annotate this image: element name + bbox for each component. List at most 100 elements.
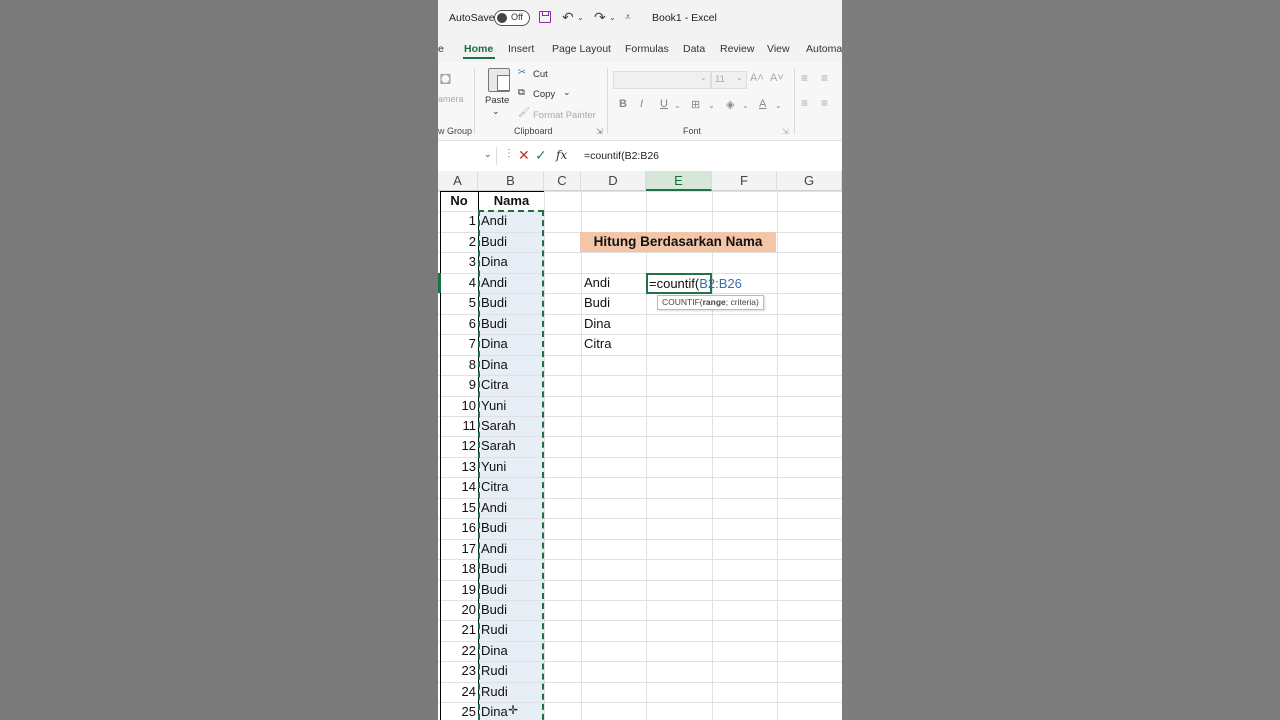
table-row-no[interactable]: 5 [440,293,476,313]
tab-insert[interactable]: Insert [508,43,534,55]
worksheet-grid[interactable]: ABCDEFG No Nama 1 Andi 2 Budi 3 Dina 4 Andi 5 Budi 6… [438,170,842,720]
table-row-no[interactable]: 10 [440,396,476,416]
column-header-c[interactable]: C [544,171,581,191]
copy-icon[interactable]: ⧉ [518,87,525,98]
column-header-f[interactable]: F [712,171,777,191]
table-row-no[interactable]: 23 [440,661,476,681]
enter-icon[interactable]: ✓ [535,147,547,164]
align-center-icon[interactable]: ≡ [821,96,828,110]
column-header-d[interactable]: D [581,171,646,191]
table-row-no[interactable]: 1 [440,211,476,231]
table-row-no[interactable]: 4 [440,273,476,293]
borders-icon[interactable]: ⊞ [691,98,700,111]
font-size-value: 11 [715,74,725,85]
function-tooltip[interactable]: COUNTIF(range; criteria) [657,295,764,310]
header-nama[interactable]: Nama [479,191,544,211]
align-top-icon[interactable]: ≡ [801,71,808,85]
italic-button[interactable]: I [640,98,643,110]
column-header-b[interactable]: B [478,171,544,191]
table-row-no[interactable]: 16 [440,518,476,538]
font-color-icon[interactable]: A [759,98,766,110]
table-row-no[interactable]: 22 [440,641,476,661]
table-row-no[interactable]: 7 [440,334,476,354]
table-row-no[interactable]: 8 [440,355,476,375]
summary-name-citra[interactable]: Citra [584,334,644,354]
format-painter-button[interactable]: Format Painter [533,110,596,121]
font-name-box[interactable] [613,71,711,89]
table-row-no[interactable]: 13 [440,457,476,477]
table-row-no[interactable]: 20 [440,600,476,620]
tab-home[interactable]: Home [464,43,493,55]
tab-page-layout[interactable]: Page Layout [552,43,611,55]
undo-icon[interactable]: ↶ [562,9,574,26]
tab-formulas[interactable]: Formulas [625,43,669,55]
name-box-dropdown-icon[interactable]: ⌄ [484,149,492,160]
table-row-no[interactable]: 17 [440,539,476,559]
tab-data[interactable]: Data [683,43,705,55]
fill-color-dropdown-icon[interactable]: ⌄ [742,101,749,110]
table-row-no[interactable]: 19 [440,580,476,600]
redo-dropdown-icon[interactable]: ⌄ [609,13,616,22]
more-options-icon[interactable]: ⋮ [504,148,514,159]
header-no[interactable]: No [440,191,478,211]
underline-dropdown-icon[interactable]: ⌄ [674,101,681,110]
undo-dropdown-icon[interactable]: ⌄ [577,13,584,22]
align-middle-icon[interactable]: ≡ [821,71,828,85]
paste-icon[interactable] [488,68,510,92]
customize-qat-icon[interactable]: ⩡ [625,12,631,23]
format-painter-icon[interactable]: 🖌 [518,107,530,118]
table-row-no[interactable]: 15 [440,498,476,518]
table-row-no[interactable]: 12 [440,436,476,456]
table-row-no[interactable]: 9 [440,375,476,395]
table-row-no[interactable]: 25 [440,702,476,720]
summary-title[interactable]: Hitung Berdasarkan Nama [580,232,776,252]
font-group-label: Font [683,126,702,136]
tab-automate[interactable]: Automa [806,43,842,55]
table-row-no[interactable]: 24 [440,682,476,702]
increase-font-icon[interactable]: A˄ [750,72,764,84]
table-row-no[interactable]: 3 [440,252,476,272]
tab-view[interactable]: View [767,43,790,55]
tab-file[interactable]: e [438,43,444,55]
paste-button[interactable]: Paste [485,95,509,106]
summary-name-budi[interactable]: Budi [584,293,644,313]
document-title: Book1 - Excel [652,12,717,24]
tab-review[interactable]: Review [720,43,754,55]
table-row-no[interactable]: 11 [440,416,477,436]
table-row-no[interactable]: 21 [440,620,476,640]
underline-button[interactable]: U [660,98,668,110]
bold-button[interactable]: B [619,98,627,110]
insert-function-icon[interactable]: fx [556,148,567,162]
save-icon[interactable] [539,11,551,23]
active-cell-editor[interactable]: =countif(B2:B26 [649,274,742,294]
font-color-dropdown-icon[interactable]: ⌄ [775,101,782,110]
autosave-toggle[interactable]: Off [494,10,530,26]
align-left-icon[interactable]: ≡ [801,96,808,110]
summary-name-andi[interactable]: Andi [584,273,644,293]
column-header-a[interactable]: A [438,171,478,191]
table-row-no[interactable]: 18 [440,559,476,579]
camera-icon[interactable]: ◘ [440,68,451,89]
active-tab-indicator [463,57,495,59]
copy-button[interactable]: Copy [533,89,555,100]
cancel-icon[interactable]: ✕ [518,147,530,164]
redo-icon[interactable]: ↷ [594,9,606,26]
summary-name-dina[interactable]: Dina [584,314,644,334]
decrease-font-icon[interactable]: A˅ [770,72,784,84]
table-row-no[interactable]: 14 [440,477,476,497]
copy-dropdown-icon[interactable]: ⌄ [563,87,571,98]
font-launcher-icon[interactable]: ⇲ [782,127,789,136]
table-row-no[interactable]: 6 [440,314,476,334]
font-name-dropdown-icon[interactable]: ⌄ [700,73,707,82]
font-size-dropdown-icon[interactable]: ⌄ [736,73,743,82]
column-header-g[interactable]: G [777,171,842,191]
fill-color-icon[interactable]: ◈ [726,98,734,111]
paste-dropdown-icon[interactable]: ⌄ [492,106,500,117]
table-row-no[interactable]: 2 [440,232,476,252]
cut-icon[interactable]: ✂ [518,67,526,78]
cut-button[interactable]: Cut [533,69,548,80]
clipboard-launcher-icon[interactable]: ⇲ [596,127,603,136]
column-header-e[interactable]: E [646,171,712,191]
borders-dropdown-icon[interactable]: ⌄ [708,101,715,110]
formula-input[interactable]: =countif(B2:B26 [584,150,659,162]
